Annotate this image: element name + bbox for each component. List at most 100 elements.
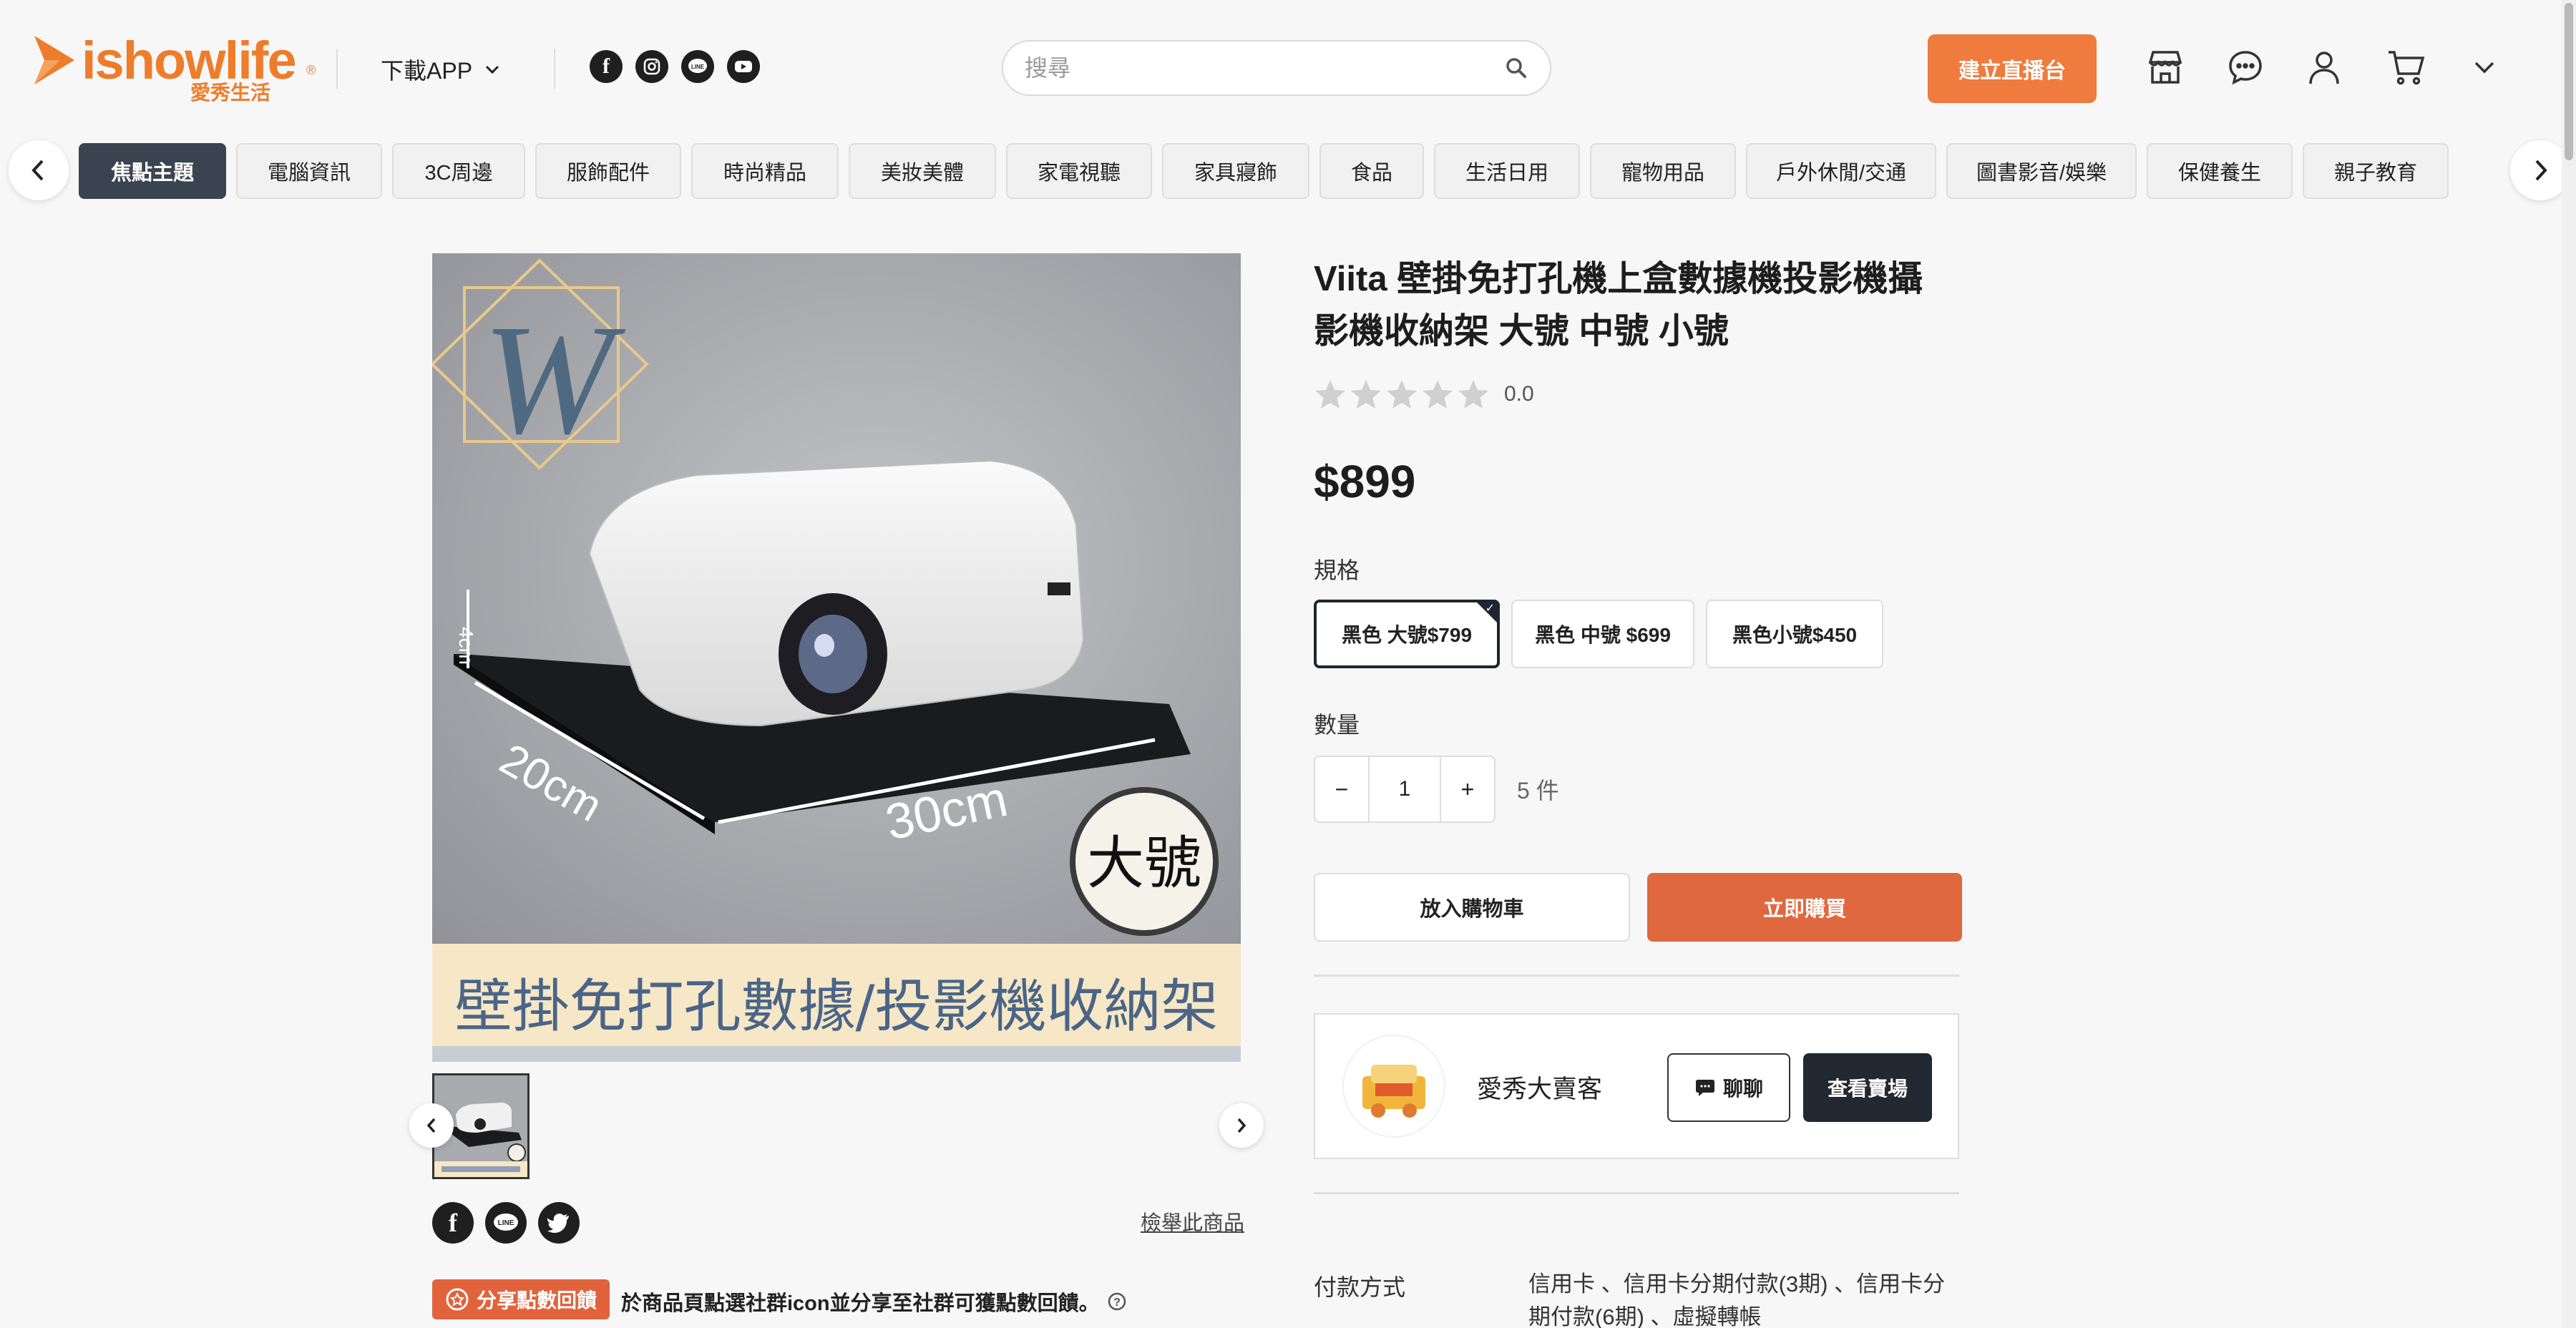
buy-now-button[interactable]: 立即購買 [1647,873,1962,942]
product-main-image[interactable]: W 4cm 20cm 30cm 大號 壁掛免打孔數據/投影機收納架 [432,253,1241,1062]
search-input[interactable] [1025,54,1504,82]
chat-bubble-icon[interactable] [2220,42,2271,93]
chat-bubble-icon [1695,1080,1714,1096]
category-tab[interactable]: 服飾配件 [535,143,681,199]
category-tab[interactable]: 食品 [1319,143,1424,199]
section-divider [1314,1192,1959,1194]
quantity-increase-button[interactable]: + [1440,756,1496,823]
star-empty-icon [1458,380,1488,409]
svg-text:LINE: LINE [498,1219,514,1227]
star-empty-icon [1315,380,1345,409]
dimension-height-label: 4cm [455,627,477,665]
share-reward-badge: 分享點數回饋 [432,1279,610,1319]
youtube-icon[interactable] [727,50,760,83]
share-reward-label: 分享點數回饋 [477,1289,597,1312]
product-title: Viita 壁掛免打孔機上盒數據機投影機攝影機收納架 大號 中號 小號 [1314,260,1923,351]
chevron-left-icon [426,1118,436,1133]
view-store-button[interactable]: 查看賣場 [1803,1053,1932,1122]
twitter-icon[interactable] [538,1202,580,1244]
category-tab[interactable]: 電腦資訊 [236,143,382,199]
logo-subtitle: 愛秀生活 [190,82,271,104]
logo-play-icon [34,36,74,84]
report-product-link[interactable]: 檢舉此商品 [1141,1206,1244,1236]
help-icon[interactable]: ? [1107,1292,1127,1312]
star-empty-icon [1387,380,1417,409]
page-scrollbar[interactable] [2562,0,2576,1328]
spec-option-small[interactable]: 黑色小號$450 [1706,600,1883,668]
svg-text:W: W [482,292,625,467]
section-divider [1314,975,1959,977]
category-tab[interactable]: 焦點主題 [79,143,226,199]
store-icon[interactable] [2140,42,2191,93]
product-banner-text: 壁掛免打孔數據/投影機收納架 [455,973,1219,1040]
header-social-links: f LINE [590,50,760,83]
category-tab[interactable]: 家電視聽 [1006,143,1152,199]
quantity-label: 數量 [1314,712,1360,738]
chat-with-seller-button[interactable]: 聊聊 [1667,1053,1790,1122]
quantity-value[interactable]: 1 [1370,756,1440,823]
seller-avatar[interactable] [1344,1036,1444,1136]
product-price: $899 [1314,456,1416,507]
rating-value: 0.0 [1504,382,1534,406]
spec-option-label: 黑色 中號 $699 [1535,624,1671,646]
create-live-button[interactable]: 建立直播台 [1928,34,2097,103]
download-app-label: 下載APP [381,58,473,84]
category-tab[interactable]: 親子教育 [2303,143,2449,199]
line-icon[interactable]: LINE [681,50,714,83]
check-icon: ✓ [1485,602,1495,615]
badge-star-icon [446,1288,469,1311]
size-badge-label: 大號 [1087,830,1201,897]
cart-icon[interactable] [2380,42,2431,93]
svg-text:LINE: LINE [691,64,705,70]
quantity-stepper: − 1 + 5 件 [1314,756,1559,823]
facebook-icon[interactable]: f [432,1202,474,1244]
payment-methods-label: 付款方式 [1314,1274,1406,1300]
category-tab[interactable]: 時尚精品 [691,143,839,199]
top-header: ishowlife 愛秀生活 ® 下載APP f LINE 建立直播台 [0,0,2562,136]
category-tab[interactable]: 寵物用品 [1590,143,1736,199]
download-app-menu[interactable]: 下載APP [381,53,501,86]
svg-text:?: ? [1113,1297,1121,1309]
share-reward-info: 於商品頁點選社群icon並分享至社群可獲點數回饋。 ? [621,1286,1127,1317]
category-tab[interactable]: 圖書影音/娛樂 [1946,143,2137,199]
chevron-right-icon [1237,1118,1246,1133]
quantity-decrease-button[interactable]: − [1314,756,1370,823]
category-tab[interactable]: 戶外休閒/交通 [1746,143,1936,199]
star-empty-icon [1423,380,1453,409]
ishowlife-logo[interactable]: ishowlife 愛秀生活 ® [31,29,316,107]
spec-option-large[interactable]: 黑色 大號$799 ✓ [1314,600,1500,668]
chevron-down-icon [485,65,499,74]
product-rating: 0.0 [1314,378,1534,411]
spec-label: 規格 [1314,557,1360,583]
star-empty-icon [1351,380,1381,409]
gallery-prev-button[interactable] [409,1103,454,1148]
chat-button-label: 聊聊 [1722,1078,1763,1100]
chevron-left-icon [31,160,44,181]
category-tab[interactable]: 3C周邊 [392,143,525,199]
facebook-icon[interactable]: f [590,50,623,83]
share-icons: f LINE [432,1202,580,1244]
instagram-icon[interactable] [635,50,668,83]
category-tabs: 焦點主題 電腦資訊 3C周邊 服飾配件 時尚精品 美妝美體 家電視聽 家具寢飾 … [79,143,2449,199]
category-tab[interactable]: 生活日用 [1434,143,1580,199]
search-bar [1002,40,1551,96]
spec-option-medium[interactable]: 黑色 中號 $699 [1511,600,1694,668]
line-icon[interactable]: LINE [485,1202,527,1244]
chevron-down-icon[interactable] [2459,42,2510,93]
spec-option-label: 黑色小號$450 [1732,624,1858,646]
spec-options: 黑色 大號$799 ✓ 黑色 中號 $699 黑色小號$450 [1314,600,1883,668]
search-icon[interactable] [1504,56,1528,80]
seller-card: 愛秀大賣客 聊聊 查看賣場 [1314,1013,1959,1159]
scrollbar-thumb[interactable] [2565,3,2573,160]
user-icon[interactable] [2298,42,2350,93]
add-to-cart-button[interactable]: 放入購物車 [1314,873,1630,942]
seller-name: 愛秀大賣客 [1477,1075,1603,1103]
stock-count: 5 件 [1517,778,1559,804]
gallery-next-button[interactable] [1219,1103,1264,1148]
category-tab[interactable]: 美妝美體 [849,143,996,199]
share-reward-description: 於商品頁點選社群icon並分享至社群可獲點數回饋。 [621,1292,1100,1315]
logo-registered-mark: ® [306,63,316,77]
category-prev-button[interactable] [9,140,69,200]
category-tab[interactable]: 家具寢飾 [1162,143,1309,199]
category-tab[interactable]: 保健養生 [2147,143,2293,199]
